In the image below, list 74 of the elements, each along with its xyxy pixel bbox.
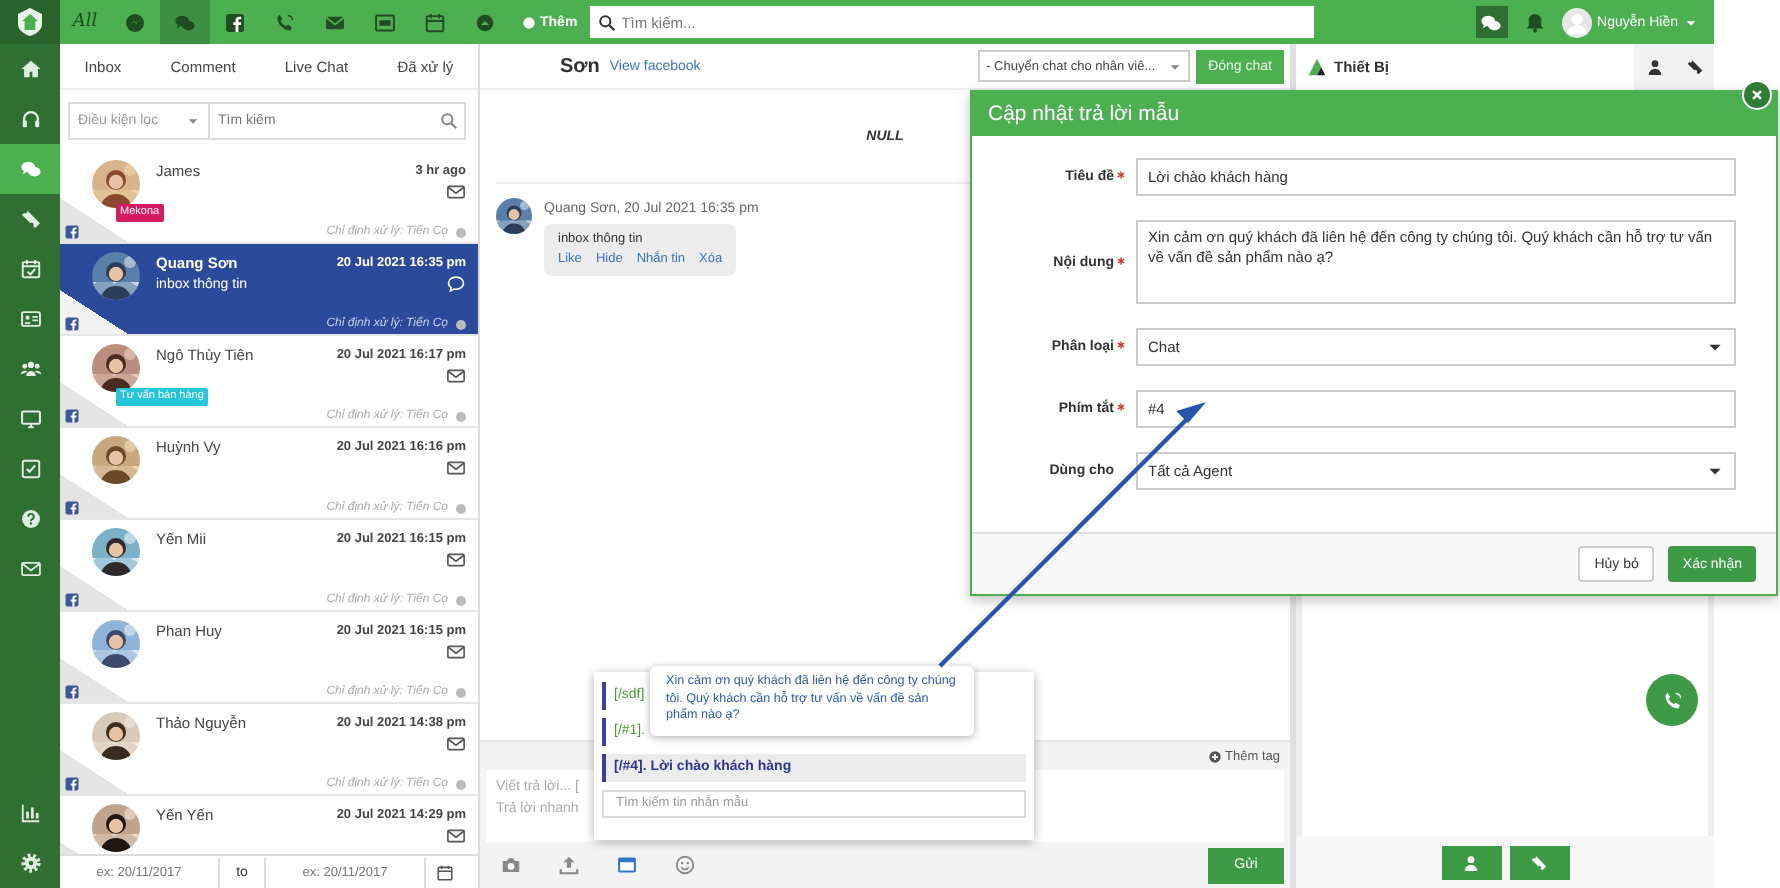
calendar-icon[interactable] (436, 863, 454, 881)
facebook-icon (64, 684, 80, 700)
mail-icon (446, 826, 466, 846)
plus-icon (522, 15, 536, 29)
user-icon (1645, 58, 1663, 76)
status-dot (456, 411, 466, 421)
monitor-icon (19, 408, 41, 430)
status-dot (456, 595, 466, 605)
facebook-icon (64, 776, 80, 792)
chat-icon (1480, 11, 1503, 33)
logo-icon (14, 6, 46, 38)
dialog-title: Cập nhật trả lời mẫu (988, 102, 1180, 126)
status-dot (456, 227, 466, 237)
headset-icon (19, 108, 41, 130)
logo-icon (1306, 54, 1328, 80)
panel-button[interactable] (1441, 845, 1501, 879)
mail-icon (446, 734, 466, 754)
template-icon (615, 854, 637, 876)
caret-icon (1684, 15, 1698, 29)
chat-icon (19, 158, 41, 180)
facebook-icon (64, 408, 80, 424)
status-dot (456, 503, 466, 513)
home-icon (19, 58, 41, 80)
mail-icon (446, 366, 466, 386)
facebook-icon (64, 500, 80, 516)
search-icon (440, 112, 458, 130)
calendar-icon (424, 11, 446, 33)
avatar-icon[interactable] (1561, 7, 1592, 37)
settings-icon (19, 852, 41, 874)
panel-button[interactable] (1509, 845, 1569, 879)
calendar-icon (19, 258, 41, 280)
checkbox-icon (19, 458, 41, 480)
close-button[interactable] (1742, 80, 1772, 110)
up-icon (474, 11, 496, 33)
sidebar-button[interactable] (0, 144, 60, 194)
plus-icon (1207, 749, 1222, 763)
phone-icon (1661, 689, 1683, 711)
all-tab[interactable]: All (60, 0, 110, 44)
help-icon (19, 508, 41, 530)
users-icon (19, 358, 41, 380)
ticket-icon (1685, 58, 1703, 76)
contact-name: Sơn (560, 55, 600, 77)
mail-icon (446, 458, 466, 478)
form-icon (374, 11, 396, 33)
ticket-icon (19, 208, 41, 230)
mail-icon (19, 558, 41, 580)
emoji-icon (673, 854, 695, 876)
facebook-icon (224, 11, 246, 33)
mail-icon (446, 642, 466, 662)
caret-icon (186, 114, 200, 128)
facebook-icon (64, 316, 80, 332)
search-icon (597, 13, 616, 31)
status-dot (456, 687, 466, 697)
chat-icon (174, 11, 196, 33)
messenger-icon (124, 11, 146, 33)
facebook-icon (64, 224, 80, 240)
status-dot (456, 319, 466, 329)
close-icon (1748, 86, 1766, 104)
phone-icon (274, 11, 296, 33)
status-dot (456, 779, 466, 789)
user-icon (1462, 853, 1480, 871)
chat-button[interactable] (1475, 6, 1508, 38)
bell-icon[interactable] (1523, 11, 1546, 33)
id-card-icon (19, 308, 41, 330)
ticket-icon (1530, 853, 1548, 871)
caret-icon (1168, 59, 1183, 73)
camera-icon (499, 854, 521, 876)
mail-icon (324, 11, 346, 33)
mail-icon (446, 550, 466, 570)
upload-icon (557, 854, 579, 876)
facebook-icon (64, 592, 80, 608)
chat-bubble-icon (446, 274, 466, 294)
chart-icon (19, 802, 41, 824)
mail-icon (446, 182, 466, 202)
